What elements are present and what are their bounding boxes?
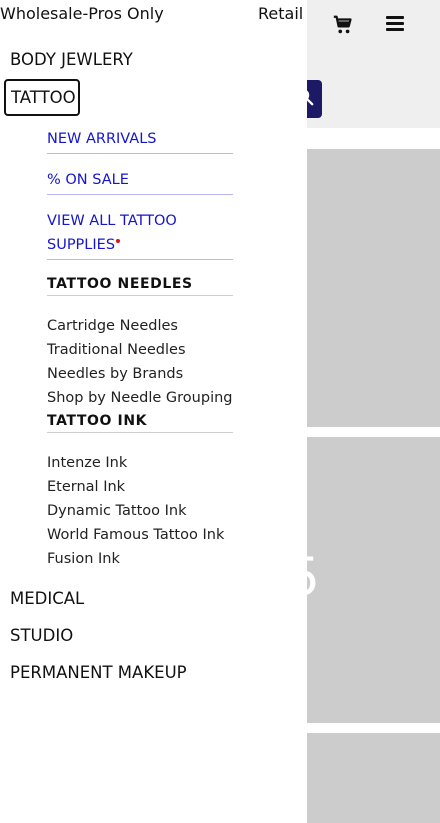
list-item[interactable]: World Famous Tattoo Ink <box>47 523 224 547</box>
list-tattoo-ink: Intenze Ink Eternal Ink Dynamic Tattoo I… <box>47 451 224 571</box>
cart-icon[interactable] <box>332 14 354 36</box>
submenu-link-on-sale[interactable]: % ON SALE <box>47 168 233 195</box>
submenu-link-label: VIEW ALL TATTOO SUPPLIES <box>47 213 177 253</box>
product-tile[interactable] <box>307 149 440 427</box>
retail-link[interactable]: Retail <box>258 4 303 23</box>
list-item[interactable]: Dynamic Tattoo Ink <box>47 499 224 523</box>
list-item[interactable]: Shop by Needle Grouping <box>47 386 233 410</box>
list-item[interactable]: Fusion Ink <box>47 547 224 571</box>
hamburger-menu-icon[interactable] <box>386 16 404 32</box>
section-heading-tattoo-needles: TATTOO NEEDLES <box>47 276 233 296</box>
list-item[interactable]: Needles by Brands <box>47 362 233 386</box>
list-item[interactable]: Cartridge Needles <box>47 314 233 338</box>
menu-item-body-jewelry[interactable]: BODY JEWLERY <box>10 50 133 69</box>
list-tattoo-needles: Cartridge Needles Traditional Needles Ne… <box>47 314 233 410</box>
product-tile[interactable] <box>307 733 440 823</box>
submenu-link-new-arrivals[interactable]: NEW ARRIVALS <box>47 127 233 154</box>
menu-item-studio[interactable]: STUDIO <box>10 626 73 645</box>
notification-dot <box>116 239 121 243</box>
nav-drawer: BODY JEWLERY TATTOO NEW ARRIVALS % ON SA… <box>0 0 307 823</box>
list-item[interactable]: Eternal Ink <box>47 475 224 499</box>
wholesale-pros-link[interactable]: Wholesale-Pros Only <box>0 4 164 23</box>
submenu-link-view-all-tattoo-supplies[interactable]: VIEW ALL TATTOO SUPPLIES <box>47 209 233 260</box>
section-heading-tattoo-ink: TATTOO INK <box>47 413 233 433</box>
list-item[interactable]: Intenze Ink <box>47 451 224 475</box>
menu-item-tattoo[interactable]: TATTOO <box>4 79 80 116</box>
menu-item-permanent-makeup[interactable]: PERMANENT MAKEUP <box>10 663 187 682</box>
product-tile[interactable] <box>307 437 440 723</box>
menu-item-medical[interactable]: MEDICAL <box>10 589 84 608</box>
list-item[interactable]: Traditional Needles <box>47 338 233 362</box>
